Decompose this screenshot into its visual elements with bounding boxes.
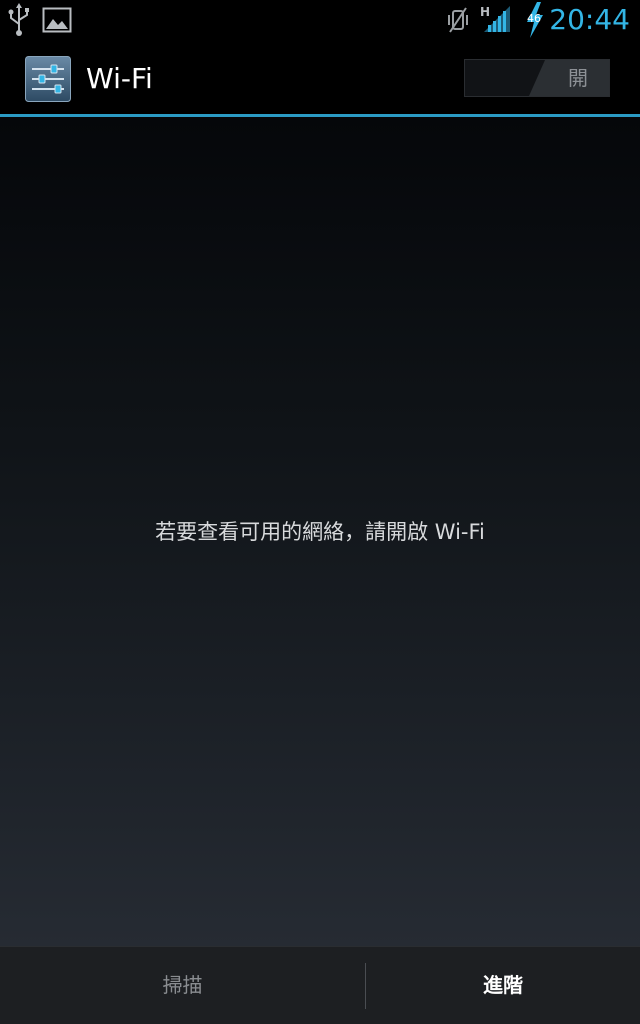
status-bar: H 46 20:44 [0, 0, 640, 40]
bottom-action-bar: 掃描 進階 [0, 946, 640, 1024]
status-time: 20:44 [549, 3, 630, 36]
vibrate-icon [448, 7, 468, 33]
usb-icon [8, 3, 29, 36]
action-bar-divider [0, 114, 640, 117]
network-type-label: H [480, 5, 491, 19]
scan-button[interactable]: 掃描 [0, 947, 365, 1024]
settings-sliders-icon[interactable] [25, 56, 71, 102]
image-icon [42, 7, 72, 33]
toggle-label: 開 [568, 66, 588, 90]
page-title: Wi-Fi [86, 62, 153, 95]
wifi-toggle-switch[interactable]: 開 [464, 59, 610, 97]
advanced-button[interactable]: 進階 [366, 947, 640, 1024]
data-label: 46 [527, 12, 541, 25]
wifi-settings-screen: H 46 20:44 Wi-Fi 開 若要查看可用的網絡，請開啟 Wi-Fi 掃… [0, 0, 640, 1024]
wifi-off-message: 若要查看可用的網絡，請開啟 Wi-Fi [155, 520, 485, 544]
